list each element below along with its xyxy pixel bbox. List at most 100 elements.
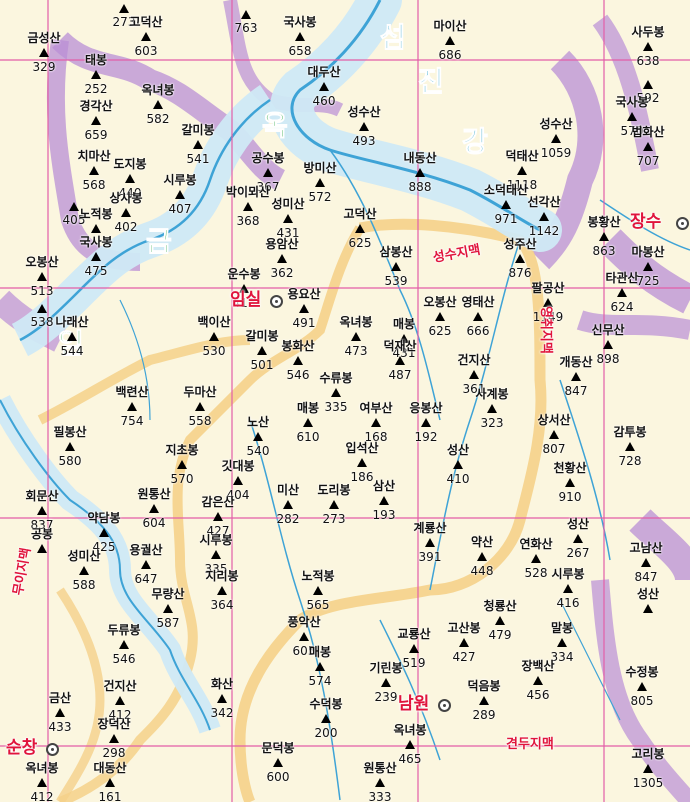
peak-triangle-icon <box>459 638 469 648</box>
peak-triangle-icon <box>177 460 187 470</box>
peak-triangle-icon <box>233 476 243 486</box>
peak-triangle-icon <box>37 506 47 516</box>
peak-label: 감은산 427 <box>176 496 260 537</box>
peak-label: 고덕산 625 <box>318 208 402 249</box>
peak-elevation: 847 <box>634 569 658 584</box>
peak-elevation: 540 <box>246 443 270 458</box>
peak-triangle-icon <box>91 116 101 126</box>
peak-elevation: 600 <box>266 769 290 784</box>
peak-name: 수덕봉 <box>309 697 343 711</box>
peak-triangle-icon <box>313 586 323 596</box>
peak-elevation: 193 <box>372 507 396 522</box>
peak-label: 수정봉 805 <box>600 666 684 707</box>
peak-label: 노산 540 <box>216 416 300 457</box>
peak-name: 대두산 <box>307 65 341 79</box>
peak-name: 입석산 <box>345 441 379 455</box>
peak-name: 국사봉 <box>283 15 317 29</box>
peak-triangle-icon <box>127 402 137 412</box>
peak-name: 건지산 <box>457 353 491 367</box>
peak-triangle-icon <box>625 442 635 452</box>
peak-triangle-icon <box>395 356 405 366</box>
peak-name: 말봉 <box>550 621 574 635</box>
peak-triangle-icon <box>487 404 497 414</box>
peak-name: 오봉산 <box>25 255 59 269</box>
peak-name: 수류봉 <box>319 371 353 385</box>
peak-triangle-icon <box>479 696 489 706</box>
peak-triangle-icon <box>241 10 251 19</box>
peak-label: 덕음봉 289 <box>442 680 526 721</box>
peak-elevation: 666 <box>466 323 490 338</box>
peak-triangle-icon <box>409 644 419 654</box>
peak-triangle-icon <box>321 714 331 724</box>
river-label: 옥 <box>262 109 289 142</box>
peak-name: 성수산 <box>539 117 573 131</box>
peak-triangle-icon <box>91 70 101 80</box>
peak-label: 영태산 666 <box>436 296 520 337</box>
peak-triangle-icon <box>163 604 173 614</box>
peak-name: 건지산 <box>103 679 137 693</box>
peak-label: 성수산 493 <box>322 106 406 147</box>
peak-name: 국사봉 <box>79 235 113 249</box>
peak-label: 입석산 186 <box>320 442 404 483</box>
peak-label: 마봉산 725 <box>606 246 690 287</box>
peak-triangle-icon <box>627 112 637 122</box>
peak-name: 성수산 <box>347 105 381 119</box>
peak-triangle-icon <box>551 134 561 144</box>
peak-triangle-icon <box>65 442 75 452</box>
peak-name: 노산 <box>246 415 270 429</box>
peak-name: 원통산 <box>363 761 397 775</box>
peak-name: 덕태산 <box>505 149 539 163</box>
peak-triangle-icon <box>617 288 627 298</box>
peak-elevation: 807 <box>542 441 566 456</box>
peak-name: 운수봉 <box>227 267 261 281</box>
peak-name: 필봉산 <box>53 425 87 439</box>
peak-triangle-icon <box>211 550 221 560</box>
peak-name: 매봉 <box>392 317 416 331</box>
peak-name: 고덕산 <box>129 15 163 29</box>
peak-label: 법화산 707 <box>606 126 690 167</box>
peak-triangle-icon <box>119 4 129 13</box>
peak-label: 성산 410 <box>416 444 500 485</box>
peak-name: 금산 <box>48 691 72 705</box>
peak-triangle-icon <box>299 304 309 314</box>
peak-triangle-icon <box>379 496 389 506</box>
peak-elevation: 638 <box>636 53 660 68</box>
peak-name: 팔공산 <box>531 281 565 295</box>
peak-elevation: 161 <box>98 789 122 802</box>
peak-label: 고리봉 1305 <box>606 748 690 789</box>
peak-triangle-icon <box>415 168 425 178</box>
peak-name: 마이산 <box>433 19 467 33</box>
peak-name: 계룡산 <box>413 521 447 535</box>
peak-triangle-icon <box>37 778 47 788</box>
peak-label: 고산봉 427 <box>422 622 506 663</box>
peak-triangle-icon <box>37 272 47 282</box>
peak-name: 내동산 <box>403 151 437 165</box>
peak-triangle-icon <box>469 370 479 380</box>
peak-triangle-icon <box>277 254 287 264</box>
peak-triangle-icon <box>643 42 653 52</box>
peak-label: 성주산 876 <box>478 238 562 279</box>
peak-triangle-icon <box>531 554 541 564</box>
peak-name: 법화산 <box>631 125 665 139</box>
peak-triangle-icon <box>355 224 365 234</box>
peak-label: 장덕산 298 <box>72 718 156 759</box>
city-symbol-icon <box>46 743 59 756</box>
peak-elevation: 289 <box>472 707 496 722</box>
city-name: 남원 <box>398 694 430 714</box>
peak-name: 깃대봉 <box>221 459 255 473</box>
peak-label: 대동산 161 <box>68 762 152 802</box>
peak-triangle-icon <box>643 80 653 89</box>
peak-elevation: 847 <box>564 383 588 398</box>
peak-label: 사두봉 638 <box>606 26 690 67</box>
peak-label: 노적봉 565 <box>276 570 360 611</box>
peak-triangle-icon <box>263 168 273 178</box>
peak-label: 고남산 847 <box>604 542 688 583</box>
peak-triangle-icon <box>539 212 549 222</box>
peak-name: 삼산 <box>372 479 396 493</box>
peak-triangle-icon <box>477 552 487 562</box>
peak-triangle-icon <box>329 500 339 510</box>
peak-elevation: 686 <box>438 47 462 62</box>
peak-triangle-icon <box>315 662 325 672</box>
peak-name: 국사봉 <box>615 95 649 109</box>
peak-triangle-icon <box>405 740 415 750</box>
